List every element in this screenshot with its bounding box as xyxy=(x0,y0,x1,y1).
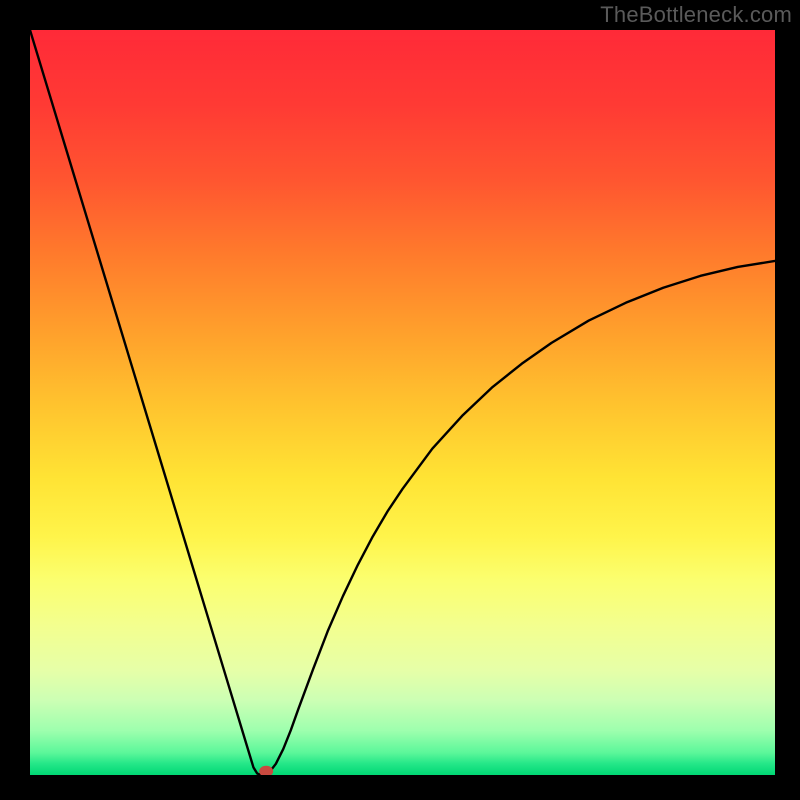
plot-area xyxy=(30,30,775,775)
chart-svg xyxy=(30,30,775,775)
chart-frame: TheBottleneck.com xyxy=(0,0,800,800)
watermark-text: TheBottleneck.com xyxy=(600,2,792,28)
